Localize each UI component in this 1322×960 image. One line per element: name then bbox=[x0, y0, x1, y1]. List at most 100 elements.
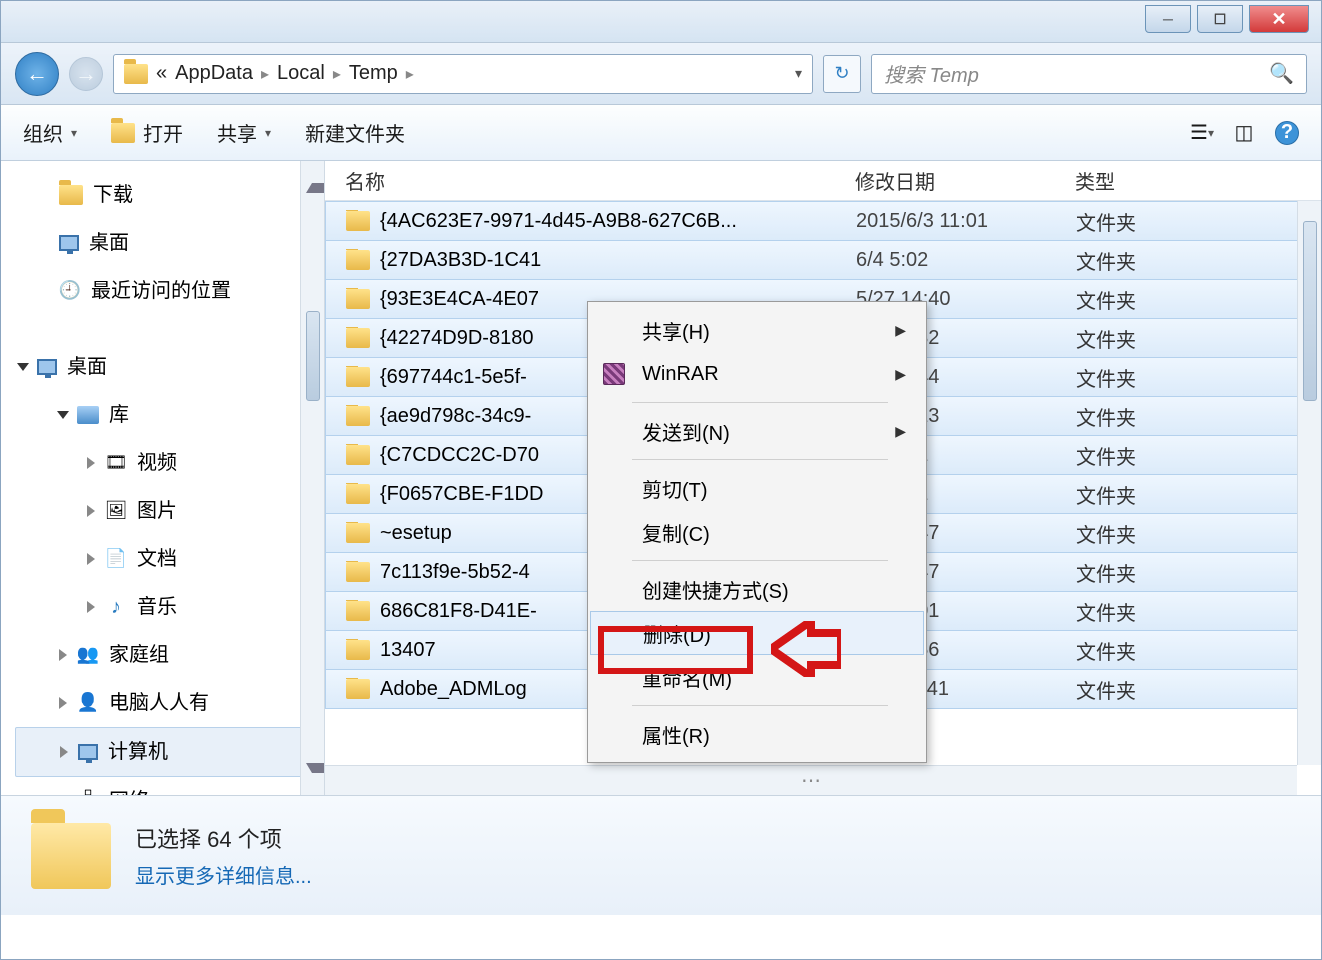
titlebar: ─ ☐ ✕ bbox=[1, 1, 1321, 43]
search-input[interactable]: 搜索 Temp 🔍 bbox=[871, 54, 1307, 94]
sidebar-item-pictures[interactable]: 🖼图片 bbox=[15, 487, 318, 535]
scrollbar-thumb[interactable] bbox=[1303, 221, 1317, 401]
toolbar-open[interactable]: 打开 bbox=[111, 118, 183, 147]
toolbar-share[interactable]: 共享▾ bbox=[217, 118, 271, 147]
sidebar-item-desktop2[interactable]: 桌面 bbox=[15, 343, 318, 391]
folder-large-icon bbox=[31, 823, 111, 889]
file-name: {4AC623E7-9971-4d45-A9B8-627C6B... bbox=[380, 210, 737, 233]
file-type: 文件夹 bbox=[1076, 675, 1320, 704]
show-more-link[interactable]: 显示更多详细信息... bbox=[135, 860, 312, 889]
table-row[interactable]: {4AC623E7-9971-4d45-A9B8-627C6B...2015/6… bbox=[325, 201, 1321, 241]
breadcrumb-temp[interactable]: Temp bbox=[349, 62, 398, 85]
address-dropdown-icon[interactable]: ▾ bbox=[795, 65, 802, 82]
sidebar-item-downloads[interactable]: 下载 bbox=[15, 171, 318, 219]
maximize-button[interactable]: ☐ bbox=[1197, 5, 1243, 33]
expand-icon[interactable] bbox=[87, 457, 95, 469]
breadcrumb-local[interactable]: Local bbox=[277, 62, 325, 85]
close-button[interactable]: ✕ bbox=[1249, 5, 1309, 33]
file-type: 文件夹 bbox=[1076, 636, 1320, 665]
folder-icon bbox=[346, 601, 370, 621]
sidebar-item-music[interactable]: ♪音乐 bbox=[15, 583, 318, 631]
expand-icon[interactable] bbox=[87, 553, 95, 565]
folder-icon bbox=[346, 484, 370, 504]
view-mode-button[interactable]: ☰▾ bbox=[1191, 122, 1213, 144]
file-type: 文件夹 bbox=[1076, 519, 1320, 548]
nav-bar: ← → « AppData ▸ Local ▸ Temp ▸ ▾ ↻ 搜索 Te… bbox=[1, 43, 1321, 105]
ctx-sendto[interactable]: 发送到(N)▶ bbox=[590, 409, 924, 453]
expand-icon[interactable] bbox=[87, 601, 95, 613]
sidebar-item-computer[interactable]: 计算机 bbox=[15, 727, 318, 777]
expand-icon[interactable] bbox=[59, 697, 67, 709]
file-name: 13407 bbox=[380, 639, 436, 662]
forward-button[interactable]: → bbox=[69, 57, 103, 91]
submenu-arrow-icon: ▶ bbox=[895, 423, 906, 440]
file-name: Adobe_ADMLog bbox=[380, 678, 527, 701]
sidebar-item-homegroup[interactable]: 👥家庭组 bbox=[15, 631, 318, 679]
toolbar: 组织▾ 打开 共享▾ 新建文件夹 ☰▾ ◫ ? bbox=[1, 105, 1321, 161]
ctx-properties[interactable]: 属性(R) bbox=[590, 712, 924, 756]
toolbar-organize[interactable]: 组织▾ bbox=[23, 118, 77, 147]
ctx-copy[interactable]: 复制(C) bbox=[590, 510, 924, 554]
sidebar-item-libraries[interactable]: 库 bbox=[15, 391, 318, 439]
file-type: 文件夹 bbox=[1076, 246, 1320, 275]
toolbar-newfolder[interactable]: 新建文件夹 bbox=[305, 118, 405, 147]
folder-icon bbox=[346, 640, 370, 660]
sidebar-item-user[interactable]: 👤电脑人人有 bbox=[15, 679, 318, 727]
search-placeholder: 搜索 Temp bbox=[884, 59, 979, 88]
horizontal-scrollbar[interactable]: ⋯ bbox=[325, 765, 1297, 795]
ctx-delete[interactable]: 删除(D) bbox=[590, 611, 924, 655]
column-type[interactable]: 类型 bbox=[1075, 166, 1321, 195]
desktop-icon bbox=[37, 359, 57, 375]
sidebar-item-documents[interactable]: 📄文档 bbox=[15, 535, 318, 583]
scroll-grip-icon: ⋯ bbox=[801, 768, 821, 793]
table-row[interactable]: {27DA3B3D-1C416/4 5:02文件夹 bbox=[325, 240, 1321, 280]
ctx-rename[interactable]: 重命名(M) bbox=[590, 655, 924, 699]
column-name[interactable]: 名称 bbox=[345, 166, 855, 195]
ctx-shortcut[interactable]: 创建快捷方式(S) bbox=[590, 567, 924, 611]
scrollbar-thumb[interactable] bbox=[306, 311, 320, 401]
chevron-down-icon: ▾ bbox=[71, 126, 77, 140]
expand-icon[interactable] bbox=[60, 746, 68, 758]
breadcrumb-appdata[interactable]: AppData bbox=[175, 62, 253, 85]
breadcrumb-sep-icon: ▸ bbox=[333, 64, 341, 84]
file-name: {93E3E4CA-4E07 bbox=[380, 288, 539, 311]
help-button[interactable]: ? bbox=[1275, 121, 1299, 145]
column-headers: 名称 修改日期 类型 bbox=[325, 161, 1321, 201]
expand-icon[interactable] bbox=[57, 411, 69, 419]
maximize-icon: ☐ bbox=[1214, 11, 1227, 28]
vertical-scrollbar[interactable] bbox=[1297, 201, 1321, 765]
window-controls: ─ ☐ ✕ bbox=[1145, 5, 1309, 35]
file-type: 文件夹 bbox=[1076, 441, 1320, 470]
file-name: {697744c1-5e5f- bbox=[380, 366, 527, 389]
expand-icon[interactable] bbox=[59, 649, 67, 661]
sidebar-item-desktop[interactable]: 桌面 bbox=[15, 219, 318, 267]
column-date[interactable]: 修改日期 bbox=[855, 166, 1075, 195]
ctx-cut[interactable]: 剪切(T) bbox=[590, 466, 924, 510]
address-bar[interactable]: « AppData ▸ Local ▸ Temp ▸ ▾ bbox=[113, 54, 813, 94]
file-name: {C7CDCC2C-D70 bbox=[380, 444, 539, 467]
back-button[interactable]: ← bbox=[15, 52, 59, 96]
submenu-arrow-icon: ▶ bbox=[895, 366, 906, 383]
submenu-arrow-icon: ▶ bbox=[895, 322, 906, 339]
expand-icon[interactable] bbox=[17, 363, 29, 371]
refresh-button[interactable]: ↻ bbox=[823, 55, 861, 93]
computer-icon bbox=[78, 744, 98, 760]
preview-pane-button[interactable]: ◫ bbox=[1233, 122, 1255, 144]
nav-tree: 下载 桌面 🕘最近访问的位置 桌面 库 🎞视频 🖼图片 📄文档 ♪音乐 👥家庭组… bbox=[1, 161, 324, 795]
file-type: 文件夹 bbox=[1076, 480, 1320, 509]
breadcrumb-sep-icon: ▸ bbox=[406, 64, 414, 84]
arrow-left-icon: ← bbox=[26, 61, 48, 87]
ctx-share[interactable]: 共享(H)▶ bbox=[590, 308, 924, 352]
ctx-winrar[interactable]: WinRAR▶ bbox=[590, 352, 924, 396]
expand-icon[interactable] bbox=[87, 505, 95, 517]
sidebar-scrollbar[interactable] bbox=[300, 161, 324, 795]
sidebar-item-recent[interactable]: 🕘最近访问的位置 bbox=[15, 267, 318, 315]
sidebar-item-videos[interactable]: 🎞视频 bbox=[15, 439, 318, 487]
folder-icon bbox=[346, 289, 370, 309]
file-type: 文件夹 bbox=[1076, 402, 1320, 431]
sidebar-item-network[interactable]: 🖧网络 bbox=[15, 777, 318, 795]
file-type: 文件夹 bbox=[1076, 558, 1320, 587]
file-name: ~esetup bbox=[380, 522, 452, 545]
minimize-button[interactable]: ─ bbox=[1145, 5, 1191, 33]
sidebar: 下载 桌面 🕘最近访问的位置 桌面 库 🎞视频 🖼图片 📄文档 ♪音乐 👥家庭组… bbox=[1, 161, 325, 795]
